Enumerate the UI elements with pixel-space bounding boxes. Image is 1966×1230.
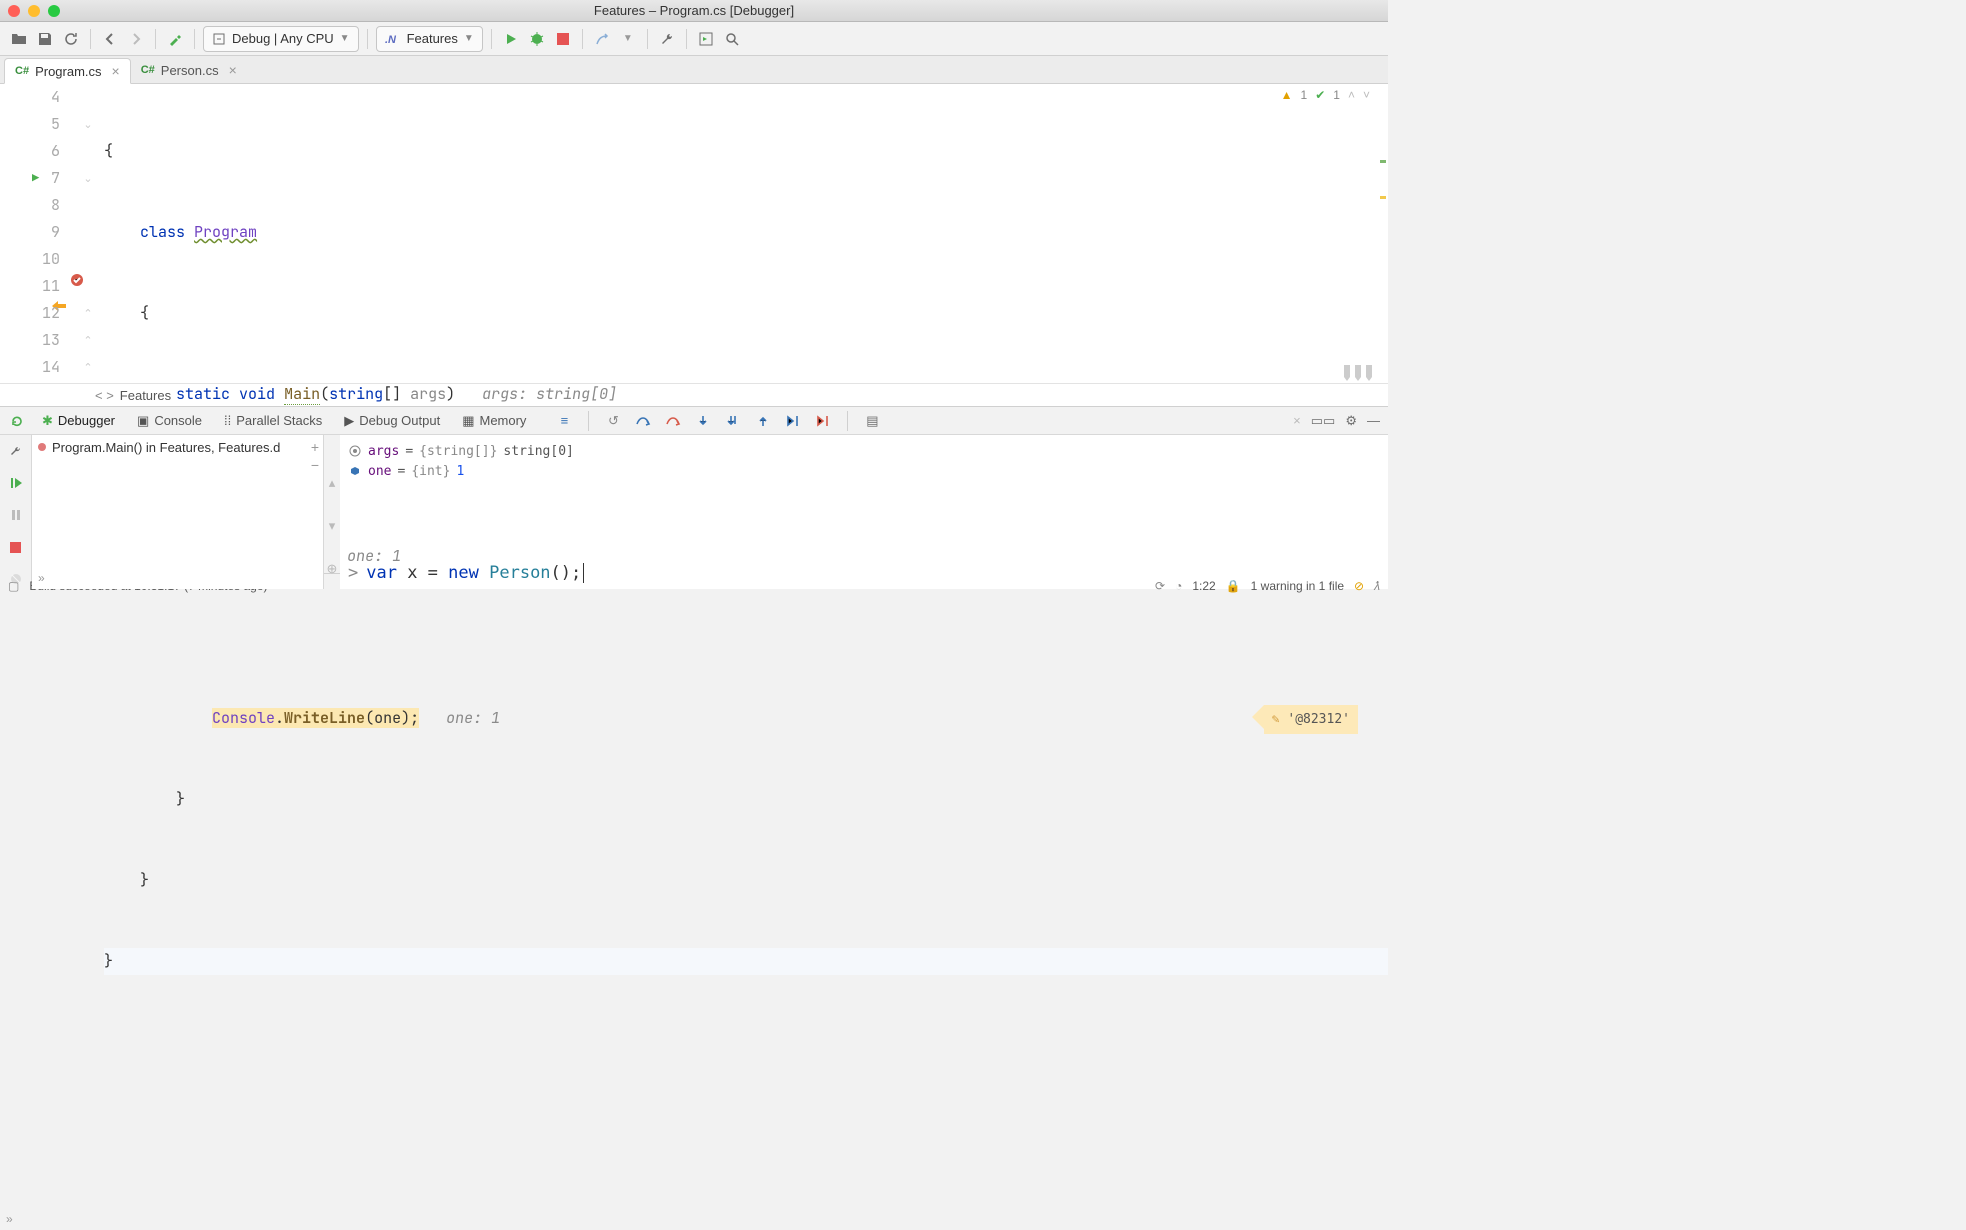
inline-hint: args: string[0] [482,384,617,404]
csharp-file-icon: C# [141,64,155,76]
line-number[interactable]: 9 [0,219,60,246]
line-number[interactable]: 7▶ [0,165,60,192]
expand-icon[interactable]: » [38,571,45,585]
gutter[interactable]: 4 5 6 7▶ 8 9 10 11 12 13 14 [0,84,80,383]
editor[interactable]: ▲1 ✔1 ˄ ˅ 4 5 6 7▶ 8 9 10 11 12 13 14 ⌄ … [0,84,1388,383]
wrench-icon[interactable] [6,441,26,461]
line-number[interactable]: 6 [0,138,60,165]
fold-icon[interactable]: ⌃ [80,327,96,354]
fold-icon[interactable]: ⌄ [80,165,96,192]
build-config-dropdown[interactable]: Debug | Any CPU ▼ [203,26,359,52]
tab-person-cs[interactable]: C# Person.cs × [131,57,247,83]
refresh-icon[interactable] [60,28,82,50]
titlebar: Features – Program.cs [Debugger] [0,0,1388,22]
frame-label: Program.Main() in Features, Features.d [52,440,280,455]
pause-icon[interactable] [6,505,26,525]
stop-icon[interactable] [552,28,574,50]
fold-icon[interactable]: ⌃ [80,354,96,381]
window-close-button[interactable] [8,5,20,17]
code-area[interactable]: { class Program { static void Main(strin… [96,84,1388,383]
line-number[interactable]: 8 [0,192,60,219]
line-number[interactable]: 10 [0,246,60,273]
annotation-tag[interactable]: ✎ '@82312' [1264,705,1358,734]
frame-dot-icon [38,443,46,451]
hammer-build-icon[interactable] [164,28,186,50]
cover-icon[interactable] [695,28,717,50]
mute-breakpoints-icon[interactable] [6,569,26,589]
rerun-icon[interactable] [6,410,28,432]
remove-frame-icon[interactable]: − [311,457,319,473]
line-number[interactable]: 12 [0,300,60,327]
search-icon[interactable] [721,28,743,50]
window-zoom-button[interactable] [48,5,60,17]
tab-program-cs[interactable]: C# Program.cs × [4,58,131,84]
line-number[interactable]: 11 [0,273,60,300]
window-minimize-button[interactable] [28,5,40,17]
open-icon[interactable] [8,28,30,50]
profile-icon[interactable] [591,28,613,50]
pencils-icon [1342,365,1374,381]
csharp-file-icon: C# [15,65,29,77]
fold-column[interactable]: ⌄ ⌄ ⌃ ⌃ ⌃ [80,84,96,383]
tab-label: Program.cs [35,64,101,79]
run-icon[interactable] [500,28,522,50]
window-title: Features – Program.cs [Debugger] [594,3,794,18]
dotnet-icon: .N [385,32,401,46]
editor-tabs: C# Program.cs × C# Person.cs × [0,56,1388,84]
close-icon[interactable]: × [229,62,237,78]
add-frame-icon[interactable]: + [311,439,319,455]
stack-frame[interactable]: Program.Main() in Features, Features.d [32,435,323,459]
bug-icon: ✱ [42,413,53,429]
fold-icon[interactable]: ⌃ [80,300,96,327]
close-icon[interactable]: × [112,63,120,79]
error-stripe[interactable] [1378,84,1388,383]
debug-icon[interactable] [526,28,548,50]
svg-text:.N: .N [385,34,397,46]
fold-icon[interactable]: ⌄ [80,111,96,138]
chevron-down-icon: ▼ [340,33,350,44]
wrench-icon[interactable] [656,28,678,50]
save-icon[interactable] [34,28,56,50]
run-gutter-icon[interactable]: ▶ [32,165,39,192]
chevron-down-icon: ▼ [464,33,474,44]
resume-icon[interactable] [6,473,26,493]
inline-hint: one: 1 [446,708,500,728]
main-toolbar: Debug | Any CPU ▼ .N Features ▼ ▼ [0,22,1388,56]
breakpoint-icon[interactable] [70,273,84,287]
build-config-label: Debug | Any CPU [232,31,334,46]
run-target-label: Features [407,31,458,46]
back-icon[interactable] [99,28,121,50]
run-target-dropdown[interactable]: .N Features ▼ [376,26,483,52]
line-number[interactable]: 4 [0,84,60,111]
config-icon [212,32,226,46]
line-number[interactable]: 14 [0,354,60,381]
debug-left-rail: » [0,435,32,589]
stop-icon[interactable] [6,537,26,557]
chevron-down-icon[interactable]: ▼ [617,28,639,50]
expand-icon[interactable]: » [6,1212,13,1226]
inline-hint: one: 1 [347,546,401,566]
line-number[interactable]: 5 [0,111,60,138]
tab-label: Person.cs [161,63,219,78]
forward-icon[interactable] [125,28,147,50]
line-number[interactable]: 13 [0,327,60,354]
frames-pane[interactable]: Program.Main() in Features, Features.d +… [32,435,324,589]
